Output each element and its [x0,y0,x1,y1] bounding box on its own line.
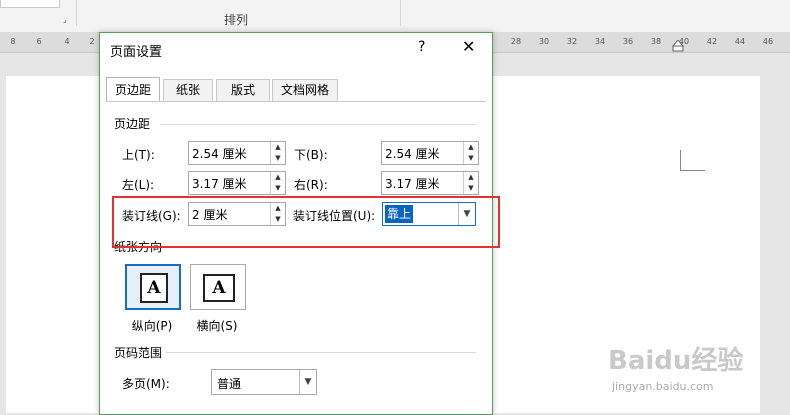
ruler-tick: 4 [64,37,70,46]
ruler-tick: 8 [10,37,16,46]
right-margin-label: 右(R): [294,178,328,192]
spin-up-icon[interactable]: ▲ [271,172,285,183]
portrait-label: 纵向(P) [131,319,173,333]
ruler-tick: 44 [734,37,746,46]
section-title-pages: 页码范围 [114,346,163,360]
ribbon: ⌟ 排列 [0,0,790,33]
ribbon-group-label-arrange: 排列 [223,13,248,27]
ruler-tick: 46 [762,37,774,46]
right-margin-spinner[interactable]: 3.17 厘米 ▲ ▼ [381,171,479,195]
ruler-tick: 38 [650,37,662,46]
ruler-tick: 36 [622,37,634,46]
dialog-launcher-icon[interactable]: ⌟ [63,15,67,24]
left-margin-value: 3.17 厘米 [192,177,247,191]
left-margin-spinner[interactable]: 3.17 厘米 ▲ ▼ [188,171,286,195]
ribbon-divider [76,0,77,26]
spin-down-icon[interactable]: ▼ [464,153,478,164]
help-button[interactable]: ? [418,39,425,55]
spin-up-icon[interactable]: ▲ [464,142,478,153]
baidu-watermark: Baidu经验 jingyan.baidu.com [608,340,744,393]
right-margin-value: 3.17 厘米 [385,177,440,191]
landscape-label: 横向(S) [196,319,238,333]
section-divider [166,352,476,353]
ruler-tick: 2 [89,37,95,46]
top-margin-label: 上(T): [122,148,155,162]
ruler-tick: 30 [538,37,550,46]
bottom-margin-spinner[interactable]: 2.54 厘米 ▲ ▼ [381,141,479,165]
orientation-portrait-button[interactable]: A [125,264,181,310]
multiple-pages-value: 普通 [217,377,242,391]
ruler-tick: 32 [566,37,578,46]
top-margin-spinner[interactable]: 2.54 厘米 ▲ ▼ [188,141,286,165]
tab-divider [106,101,486,102]
tab-margins[interactable]: 页边距 [106,77,160,102]
tab-document-grid[interactable]: 文档网格 [272,79,338,101]
close-button[interactable]: ✕ [462,37,475,56]
spin-down-icon[interactable]: ▼ [271,183,285,194]
spin-down-icon[interactable]: ▼ [271,153,285,164]
spin-up-icon[interactable]: ▲ [464,172,478,183]
landscape-page-icon: A [203,274,235,302]
right-indent-marker-icon[interactable] [672,40,684,54]
top-margin-value: 2.54 厘米 [192,147,247,161]
watermark-brand: Baidu经验 [608,346,744,376]
section-divider [160,124,476,125]
bottom-margin-label: 下(B): [294,148,328,162]
ruler-tick: 42 [706,37,718,46]
spin-up-icon[interactable]: ▲ [271,142,285,153]
chevron-down-icon[interactable]: ▼ [299,370,316,394]
tab-layout[interactable]: 版式 [216,79,270,101]
section-title-margins: 页边距 [114,117,151,131]
left-margin-label: 左(L): [122,178,155,192]
ribbon-divider [400,0,401,26]
dialog-title: 页面设置 [110,45,163,60]
spin-down-icon[interactable]: ▼ [464,183,478,194]
multiple-pages-select[interactable]: 普通 ▼ [211,369,317,395]
portrait-page-icon: A [140,273,168,303]
bottom-margin-value: 2.54 厘米 [385,147,440,161]
margin-corner-mark [680,150,705,171]
orientation-landscape-button[interactable]: A [190,264,246,310]
ribbon-control[interactable] [0,0,60,8]
ruler-tick: 34 [594,37,606,46]
ruler-tick: 6 [36,37,42,46]
ruler-tick: 28 [510,37,522,46]
multiple-pages-label: 多页(M): [122,377,170,391]
watermark-url: jingyan.baidu.com [612,380,714,393]
highlight-annotation [112,196,500,248]
tab-paper[interactable]: 纸张 [163,79,213,101]
